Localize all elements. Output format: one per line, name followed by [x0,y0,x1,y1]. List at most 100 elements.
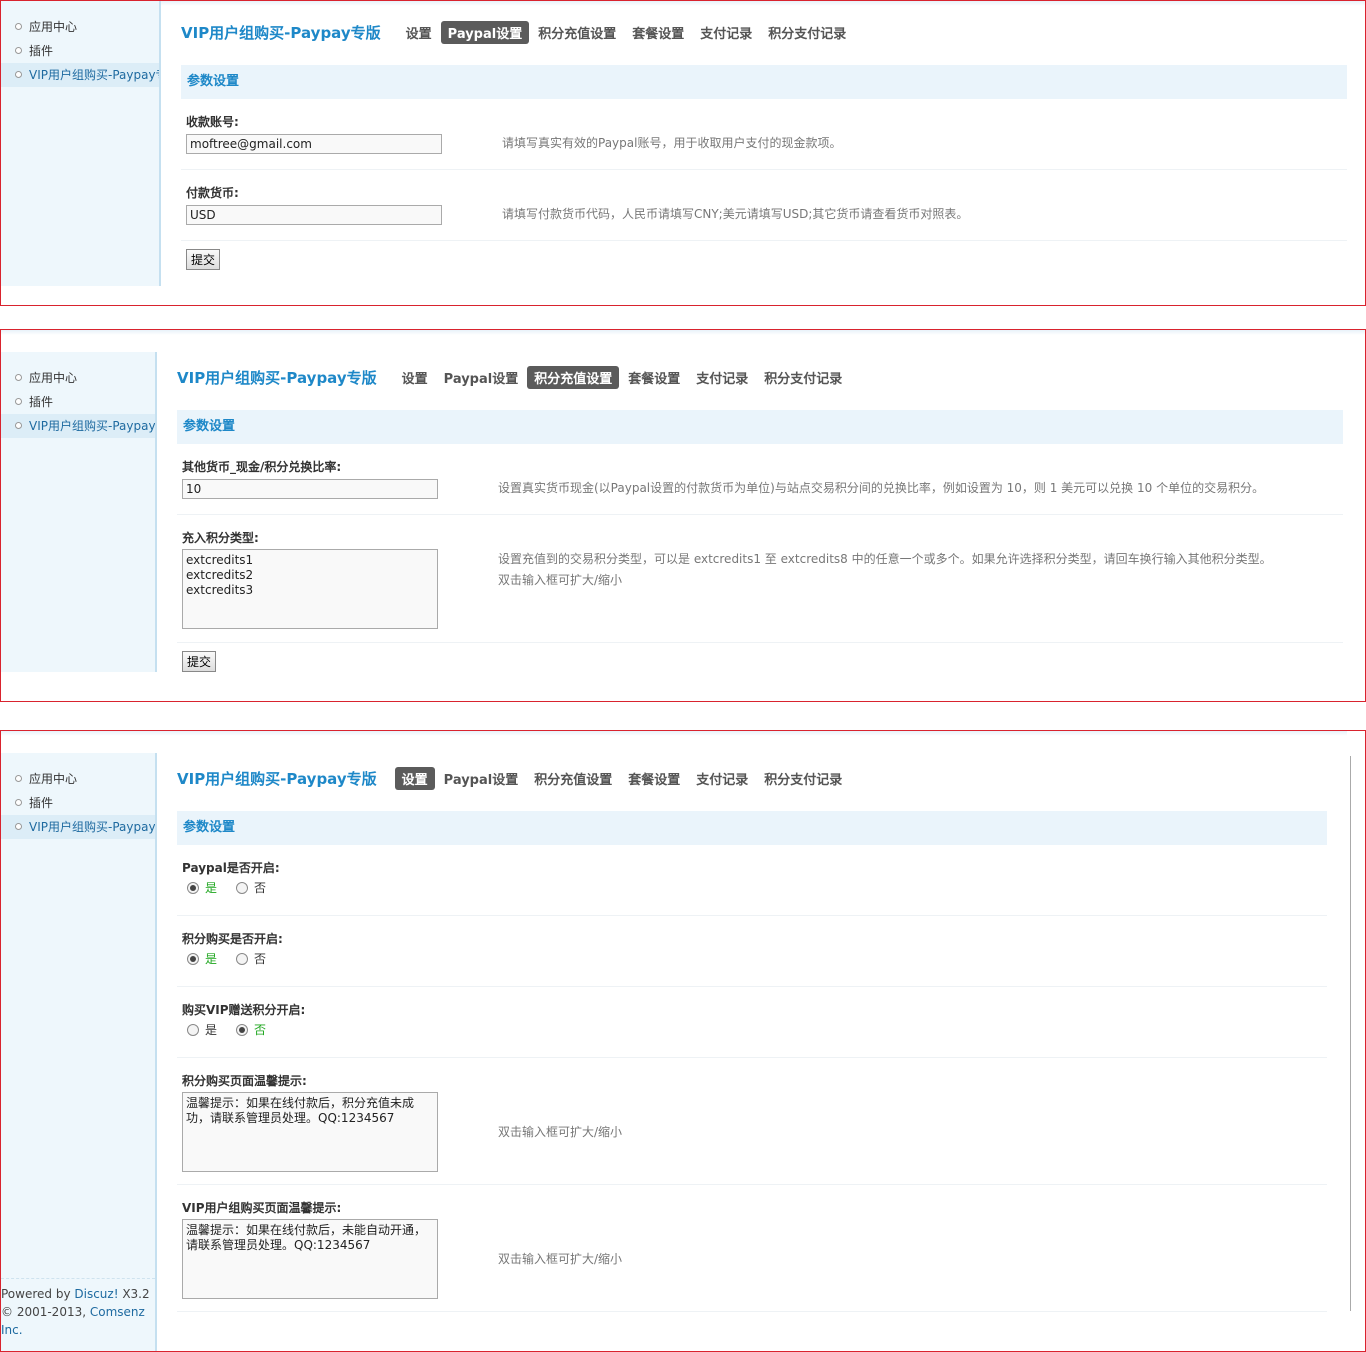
credit-type-textarea[interactable]: extcredits1 extcredits2 extcredits3 [182,549,438,629]
section-title: 参数设置 [177,410,1343,444]
sidebar-item-app-center[interactable]: 应用中心 [1,366,155,390]
tab-credit-payment-records[interactable]: 积分支付记录 [757,767,849,790]
field-ratio: 其他货币_现金/积分兑换比率: 设置真实货币现金(以Paypal设置的付款货币为… [177,444,1343,515]
field-paypal-on: Paypal是否开启: 是 否 [177,845,1327,916]
sidebar: 应用中心 插件 VIP用户组购买-Paypay专版 [1,352,157,672]
radio-yes[interactable]: 是 [182,879,217,896]
tab-paypal-settings[interactable]: Paypal设置 [437,767,526,790]
tab-settings[interactable]: 设置 [394,766,435,790]
bullet-icon [15,47,22,54]
radio-yes[interactable]: 是 [182,950,217,967]
field-credit-type: 充入积分类型: extcredits1 extcredits2 extcredi… [177,515,1343,643]
field-label: 积分购买页面温馨提示: [182,1074,307,1088]
tab-paypal-settings[interactable]: Paypal设置 [437,366,526,389]
bullet-icon [15,398,22,405]
tab-credit-recharge[interactable]: 积分充值设置 [527,365,620,389]
tab-settings[interactable]: 设置 [395,366,435,389]
panel-credit-recharge: 应用中心 插件 VIP用户组购买-Paypay专版 VIP用户组购买-Paypa… [0,329,1366,702]
field-tip: 请填写真实有效的Paypal账号，用于收取用户支付的现金款项。 [502,136,842,150]
sidebar: 应用中心 插件 VIP用户组购买-Paypay专版 Powered by Dis… [1,753,157,1351]
panel-paypal-settings: 应用中心 插件 VIP用户组购买-Paypay专版 VIP用户组购买-Paypa… [0,0,1366,306]
page-title: VIP用户组购买-Paypay专版 [181,23,381,42]
page-header: VIP用户组购买-Paypay专版 设置 Paypal设置 积分充值设置 套餐设… [177,757,1327,799]
footer: Powered by Discuz! X3.2 © 2001-2013, Com… [1,1278,155,1339]
section-title: 参数设置 [181,65,1347,99]
sidebar-item-plugins[interactable]: 插件 [1,791,155,815]
sidebar-item-app-center[interactable]: 应用中心 [1,15,159,39]
radio-icon [187,1023,199,1036]
radio-icon [187,881,199,894]
field-label: Paypal是否开启: [182,861,280,875]
tab-packages[interactable]: 套餐设置 [621,767,687,790]
tab-credit-recharge[interactable]: 积分充值设置 [531,21,623,44]
radio-yes[interactable]: 是 [182,1021,217,1038]
field-credit-buy-on: 积分购买是否开启: 是 否 [177,916,1327,987]
main-content: VIP用户组购买-Paypay专版 设置 Paypal设置 积分充值设置 套餐设… [181,11,1347,270]
radio-no[interactable]: 否 [231,879,266,896]
field-account: 收款账号: 请填写真实有效的Paypal账号，用于收取用户支付的现金款项。 [181,99,1347,170]
tab-paypal-settings[interactable]: Paypal设置 [440,20,530,44]
vip-tip-textarea[interactable]: 温馨提示：如果在线付款后，未能自动开通，请联系管理员处理。QQ:1234567 [182,1219,438,1299]
top-border [1,330,1365,335]
discuz-link[interactable]: Discuz! [74,1287,118,1301]
tab-payment-records[interactable]: 支付记录 [689,767,755,790]
field-label: VIP用户组购买页面温馨提示: [182,1201,342,1215]
sidebar-item-app-center[interactable]: 应用中心 [1,767,155,791]
tab-settings[interactable]: 设置 [399,21,439,44]
bullet-icon [15,23,22,30]
sidebar-item-plugins[interactable]: 插件 [1,390,155,414]
tab-payment-records[interactable]: 支付记录 [693,21,759,44]
ratio-input[interactable] [182,478,438,499]
tab-credit-payment-records[interactable]: 积分支付记录 [761,21,853,44]
radio-no[interactable]: 否 [231,950,266,967]
radio-icon [236,1023,249,1036]
page-header: VIP用户组购买-Paypay专版 设置 Paypal设置 积分充值设置 套餐设… [177,356,1343,398]
submit-button[interactable]: 提交 [182,651,217,672]
field-credit-tip: 积分购买页面温馨提示: 温馨提示：如果在线付款后，积分充值未成功，请联系管理员处… [177,1058,1327,1185]
submit-button[interactable]: 提交 [186,249,221,270]
field-label: 积分购买是否开启: [182,932,283,946]
field-label: 购买VIP赠送积分开启: [182,1003,306,1017]
bullet-icon [15,71,22,78]
credit-tip-textarea[interactable]: 温馨提示：如果在线付款后，积分充值未成功，请联系管理员处理。QQ:1234567 [182,1092,438,1172]
field-tip: 双击输入框可扩大/缩小 [498,1124,623,1139]
radio-icon [187,952,199,965]
radio-no[interactable]: 否 [231,1021,266,1038]
field-tip: 设置充值到的交易积分类型，可以是 extcredits1 至 extcredit… [498,552,1272,566]
currency-input[interactable] [186,204,442,225]
page-title: VIP用户组购买-Paypay专版 [177,769,377,788]
field-label: 收款账号: [186,115,239,129]
field-vip-tip: VIP用户组购买页面温馨提示: 温馨提示：如果在线付款后，未能自动开通，请联系管… [177,1185,1327,1312]
bullet-icon [15,775,22,782]
sidebar-item-vip-plugin[interactable]: VIP用户组购买-Paypay专版 [1,815,155,839]
account-input[interactable] [186,133,442,154]
tab-credit-recharge[interactable]: 积分充值设置 [527,767,619,790]
sidebar-item-vip-plugin[interactable]: VIP用户组购买-Paypay专版 [1,63,159,87]
bullet-icon [15,374,22,381]
tab-packages[interactable]: 套餐设置 [621,366,687,389]
bullet-icon [15,799,22,806]
scrollbar[interactable] [1350,756,1351,1311]
field-currency: 付款货币: 请填写付款货币代码，人民币请填写CNY;美元请填写USD;其它货币请… [181,170,1347,241]
sidebar: 应用中心 插件 VIP用户组购买-Paypay专版 [1,1,161,286]
field-tip: 请填写付款货币代码，人民币请填写CNY;美元请填写USD;其它货币请查看货币对照… [502,207,969,221]
tab-payment-records[interactable]: 支付记录 [689,366,755,389]
page-title: VIP用户组购买-Paypay专版 [177,368,377,387]
field-tip: 双击输入框可扩大/缩小 [498,1251,623,1266]
sidebar-item-vip-plugin[interactable]: VIP用户组购买-Paypay专版 [1,414,155,438]
tab-credit-payment-records[interactable]: 积分支付记录 [757,366,849,389]
panel-general-settings: 应用中心 插件 VIP用户组购买-Paypay专版 Powered by Dis… [0,730,1366,1352]
field-tip: 设置真实货币现金(以Paypal设置的付款货币为单位)与站点交易积分间的兑换比率… [498,481,1265,495]
field-label: 其他货币_现金/积分兑换比率: [182,460,342,474]
page-header: VIP用户组购买-Paypay专版 设置 Paypal设置 积分充值设置 套餐设… [181,11,1347,53]
section-title: 参数设置 [177,811,1327,845]
main-content: VIP用户组购买-Paypay专版 设置 Paypal设置 积分充值设置 套餐设… [177,356,1343,672]
bullet-icon [15,422,22,429]
top-border [1,1,1365,6]
sidebar-item-plugins[interactable]: 插件 [1,39,159,63]
field-label: 充入积分类型: [182,531,259,545]
bullet-icon [15,823,22,830]
field-tip-resize: 双击输入框可扩大/缩小 [498,573,623,587]
radio-icon [236,952,249,965]
tab-packages[interactable]: 套餐设置 [625,21,691,44]
